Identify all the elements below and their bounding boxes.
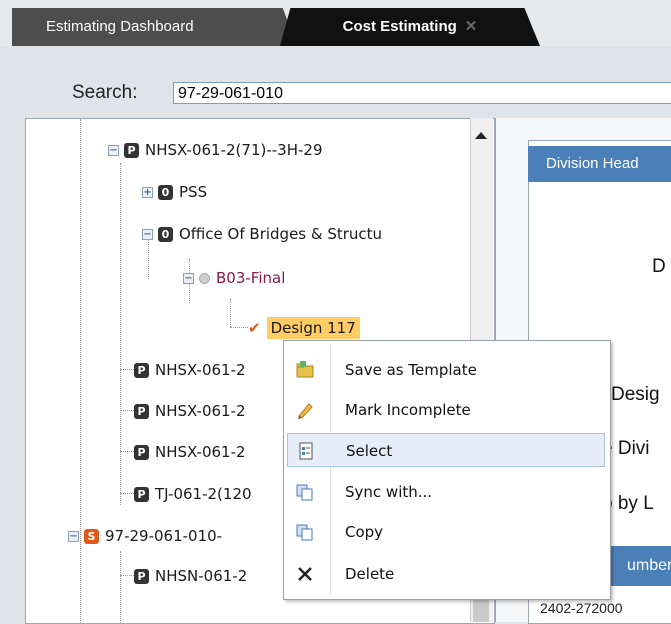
tree-node-label: NHSX-061-2 [155,402,246,420]
menu-item-label: Delete [345,565,395,583]
division-header: Division Head [528,146,671,182]
menu-item-label: Save as Template [345,361,477,379]
tree-connector [120,163,121,505]
menu-item-copy[interactable]: Copy [287,515,605,549]
tab-bar: Estimating Dashboard Cost Estimating ✕ [0,0,671,46]
scroll-up-icon[interactable] [475,132,487,139]
pencil-icon [298,403,313,419]
project-badge-icon: P [134,363,149,378]
document-select-icon [299,442,313,460]
menu-item-save-as-template[interactable]: Save as Template [287,353,605,387]
tree-node[interactable]: − S 97-29-061-010- [68,523,222,549]
tree-node-label: NHSX-061-2(71)--3H-29 [145,141,323,159]
tree-node[interactable]: +0 PSS [142,179,207,205]
tree-node[interactable]: − P NHSX-061-2(71)--3H-29 [108,137,323,163]
project-badge-icon: P [134,445,149,460]
detail-text: Desig [611,384,660,405]
search-input[interactable]: 97-29-061-010 [173,82,671,104]
tab-label: Cost Estimating [342,18,457,35]
collapse-icon[interactable]: − [142,229,153,240]
check-icon: ✔ [248,319,261,337]
tree-node-label: Office Of Bridges & Structu [179,225,383,243]
tree-node[interactable]: − B03-Final [183,265,285,291]
zero-badge-icon: 0 [158,185,173,200]
menu-item-select[interactable]: Select [287,433,605,467]
tree-node[interactable]: P NHSX-061-2 [134,357,246,383]
menu-item-mark-incomplete[interactable]: Mark Incomplete [287,393,605,427]
project-badge-icon: P [134,487,149,502]
tree-node[interactable]: P TJ-061-2(120 [134,481,252,507]
search-label: Search: [72,82,138,103]
tab-label: Estimating Dashboard [46,18,194,35]
zero-badge-icon: 0 [158,227,173,242]
tab-estimating-dashboard[interactable]: Estimating Dashboard [12,8,297,46]
status-dot-icon [199,273,210,284]
tab-cost-estimating[interactable]: Cost Estimating ✕ [280,8,540,46]
menu-item-label: Select [346,442,393,460]
tree-node-label: TJ-061-2(120 [155,485,252,503]
sync-copy-icon [296,484,313,501]
tree-node-label: NHSX-061-2 [155,361,246,379]
detail-text: D [652,256,666,277]
tree-node-label: B03-Final [216,269,286,287]
delete-x-icon [298,567,312,581]
tree-node-label: NHSN-061-2 [155,567,248,585]
collapse-icon[interactable]: − [68,531,79,542]
tree-connector [230,327,248,328]
tree-connector [120,551,121,623]
menu-item-sync-with[interactable]: Sync with... [287,475,605,509]
tree-connector [120,410,134,411]
tree-node-label: NHSX-061-2 [155,443,246,461]
close-icon[interactable]: ✕ [465,18,478,35]
tree-node-label: 97-29-061-010- [105,527,223,545]
tree-node[interactable]: P NHSN-061-2 [134,563,247,589]
tree-connector [120,369,134,370]
menu-item-label: Sync with... [345,483,433,501]
tree-node-selected[interactable]: ✔ Design 117 [248,315,360,341]
tree-node[interactable]: −0 Office Of Bridges & Structu [142,221,382,247]
tree-node[interactable]: P NHSX-061-2 [134,439,246,465]
tree-connector [120,493,134,494]
number-cell: 2402-272000 [540,600,623,616]
tree-node-label: Design 117 [266,317,360,339]
menu-item-delete[interactable]: Delete [287,557,605,591]
s-badge-icon: S [84,529,99,544]
project-badge-icon: P [134,569,149,584]
project-badge-icon: P [134,404,149,419]
tree-connector [120,575,134,576]
context-menu: Save as Template Mark Incomplete Select … [283,340,611,600]
project-badge-icon: P [124,143,139,158]
tree-node-label: PSS [179,183,208,201]
number-column-header[interactable]: umber [605,546,671,586]
tree-node[interactable]: P NHSX-061-2 [134,398,246,424]
search-bar: Search: 97-29-061-010 [0,46,671,118]
tree-connector [230,299,231,327]
expand-icon[interactable]: + [142,187,153,198]
copy-icon [296,524,313,541]
menu-item-label: Copy [345,523,384,541]
menu-item-label: Mark Incomplete [345,401,471,419]
folder-template-icon [296,361,314,378]
collapse-icon[interactable]: − [108,145,119,156]
tree-connector [120,451,134,452]
collapse-icon[interactable]: − [183,273,194,284]
